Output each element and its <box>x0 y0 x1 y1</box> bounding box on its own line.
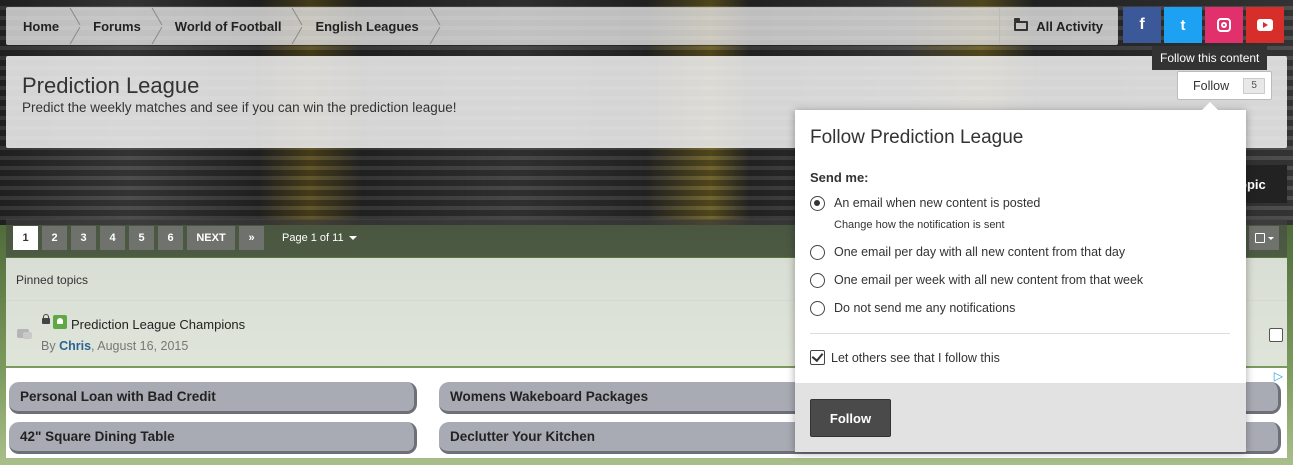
page-jump-dropdown[interactable]: Page 1 of 11 <box>282 226 357 250</box>
topic-date: , August 16, 2015 <box>91 339 189 353</box>
topic-meta: By Chris, August 16, 2015 <box>41 339 188 353</box>
page-3-button[interactable]: 3 <box>71 226 96 250</box>
twitter-button[interactable]: t <box>1164 7 1202 43</box>
follow-tooltip: Follow this content <box>1152 46 1268 70</box>
notify-weekly-label[interactable]: One email per week with all new content … <box>834 273 1143 287</box>
divider <box>810 333 1230 334</box>
confirm-follow-button[interactable]: Follow <box>810 399 891 437</box>
comments-icon <box>17 329 32 339</box>
moderation-select-button[interactable] <box>1249 226 1279 250</box>
lock-icon <box>42 314 50 324</box>
notify-immediate-label[interactable]: An email when new content is posted <box>834 196 1040 210</box>
follow-button-label: Follow <box>1193 78 1230 93</box>
pin-icon <box>53 315 67 329</box>
notify-none-radio[interactable] <box>810 301 825 316</box>
follow-button[interactable]: Follow 5 <box>1177 71 1272 100</box>
social-links: f t <box>1123 7 1284 43</box>
topic-title-link[interactable]: Prediction League Champions <box>71 317 245 332</box>
page-2-button[interactable]: 2 <box>42 226 67 250</box>
breadcrumb: Home Forums World of Football English Le… <box>6 7 1118 45</box>
last-page-button[interactable]: » <box>239 226 264 250</box>
let-others-see-checkbox[interactable] <box>810 350 825 365</box>
notify-none-label[interactable]: Do not send me any notifications <box>834 301 1015 315</box>
notify-immediate-radio[interactable] <box>810 196 825 211</box>
topic-by-label: By <box>41 339 60 353</box>
ad-choices-icon[interactable]: ▷ <box>1274 369 1283 383</box>
pinned-topics-header: Pinned topics <box>16 273 89 287</box>
follow-dropdown-title: Follow Prediction League <box>810 127 1024 148</box>
page-4-button[interactable]: 4 <box>100 226 125 250</box>
page-title: Prediction League <box>22 73 200 98</box>
facebook-button[interactable]: f <box>1123 7 1161 43</box>
breadcrumb-world-of-football[interactable]: World of Football <box>157 8 298 44</box>
all-activity-label: All Activity <box>1036 18 1103 34</box>
ad-link[interactable]: 42" Square Dining Table <box>9 422 417 454</box>
page-5-button[interactable]: 5 <box>129 226 154 250</box>
page-description: Predict the weekly matches and see if yo… <box>22 100 457 115</box>
page-of-label: Page 1 of 11 <box>282 232 344 244</box>
youtube-icon <box>1257 19 1273 31</box>
folder-open-icon <box>1014 18 1029 31</box>
checkbox-icon <box>1254 233 1265 243</box>
page-6-button[interactable]: 6 <box>158 226 183 250</box>
follow-dropdown: Follow Prediction League Send me: An ema… <box>795 102 1246 452</box>
ad-link[interactable]: Personal Loan with Bad Credit <box>9 382 417 414</box>
topic-author-link[interactable]: Chris <box>59 339 91 353</box>
facebook-icon: f <box>1139 16 1145 33</box>
breadcrumb-home[interactable]: Home <box>7 8 75 44</box>
breadcrumb-forums[interactable]: Forums <box>75 8 157 44</box>
let-others-see-label[interactable]: Let others see that I follow this <box>831 351 1000 365</box>
instagram-button[interactable] <box>1205 7 1243 43</box>
follow-dropdown-footer: Follow <box>795 383 1246 452</box>
follower-count-badge: 5 <box>1243 77 1266 94</box>
notify-weekly-radio[interactable] <box>810 273 825 288</box>
caret-down-icon <box>348 236 357 240</box>
breadcrumb-english-leagues[interactable]: English Leagues <box>297 8 434 44</box>
next-page-button[interactable]: NEXT <box>187 226 235 250</box>
page-1-button[interactable]: 1 <box>13 226 38 250</box>
topic-select-checkbox[interactable] <box>1269 328 1283 342</box>
instagram-icon <box>1217 18 1231 32</box>
twitter-icon: t <box>1180 16 1186 34</box>
all-activity-link[interactable]: All Activity <box>999 8 1117 44</box>
send-me-label: Send me: <box>810 170 869 185</box>
notify-daily-label[interactable]: One email per day with all new content f… <box>834 245 1125 259</box>
change-notification-link[interactable]: Change how the notification is sent <box>834 219 1005 231</box>
youtube-button[interactable] <box>1246 7 1284 43</box>
notify-daily-radio[interactable] <box>810 245 825 260</box>
caret-down-icon <box>1267 236 1274 240</box>
